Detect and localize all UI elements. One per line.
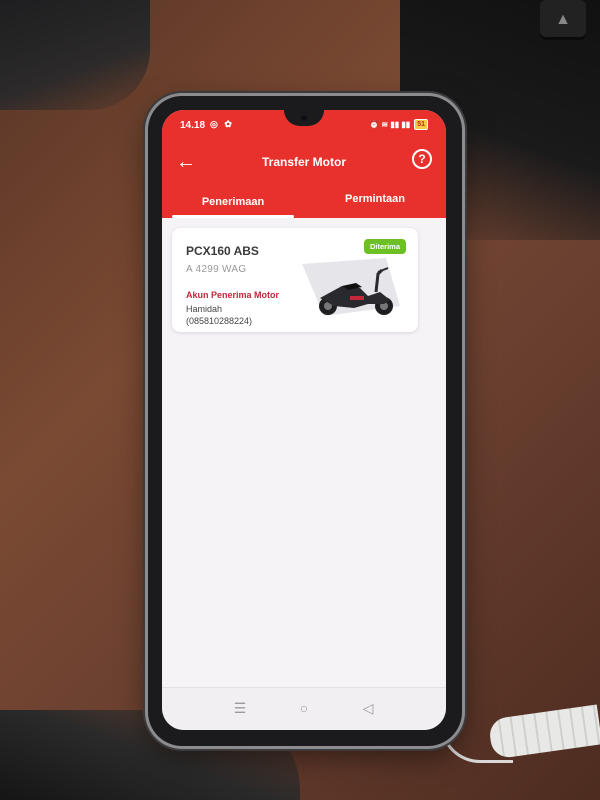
receiver-phone: (085810288224) [186, 316, 253, 326]
app-header: 14.18 ◎ ✿ ⏰ ≋ ▮▮ ▮▮ 51 ← Transfer Motor … [162, 110, 446, 218]
tab-permintaan[interactable]: Permintaan [304, 186, 446, 218]
tab-label: Permintaan [345, 193, 405, 205]
motorcycle-image [298, 256, 408, 322]
page-title: Transfer Motor [261, 155, 346, 169]
tab-label: Penerimaan [201, 196, 265, 208]
notification-icons: ◎ ✿ [210, 119, 234, 129]
battery-icon: 51 [414, 119, 428, 130]
phone-screen: 14.18 ◎ ✿ ⏰ ≋ ▮▮ ▮▮ 51 ← Transfer Motor … [162, 110, 446, 730]
help-circle-icon[interactable]: ? [412, 149, 432, 169]
status-badge: Diterima [363, 239, 406, 254]
transfer-card[interactable]: PCX160 ABS A 4299 WAG Diterima Akun Pene… [172, 228, 418, 332]
tab-bar: Penerimaan Permintaan [162, 186, 446, 218]
signal-icons: ⏰ ≋ ▮▮ ▮▮ [369, 120, 411, 129]
status-time: 14.18 [180, 120, 206, 131]
system-icons: ⏰ ≋ ▮▮ ▮▮ 51 [369, 119, 428, 130]
license-plate: A 4299 WAG [186, 264, 247, 275]
app-bar: ← Transfer Motor ? [162, 146, 446, 182]
back-nav-icon[interactable]: ◁ [358, 698, 378, 718]
desk-background-object [0, 0, 150, 110]
front-camera-icon [300, 114, 308, 122]
keyboard-up-arrow-icon: ▲ [540, 0, 586, 40]
home-icon[interactable]: ○ [294, 698, 314, 718]
phone-device: 14.18 ◎ ✿ ⏰ ≋ ▮▮ ▮▮ 51 ← Transfer Motor … [148, 96, 462, 746]
recent-apps-icon[interactable]: ☰ [230, 698, 250, 718]
system-nav-bar: ☰ ○ ◁ [162, 687, 446, 730]
tab-penerimaan[interactable]: Penerimaan [162, 186, 304, 218]
receiver-label: Akun Penerima Motor [186, 290, 280, 300]
receiver-name: Hamidah [186, 304, 223, 314]
transfer-list: PCX160 ABS A 4299 WAG Diterima Akun Pene… [162, 218, 446, 688]
motor-model: PCX160 ABS [186, 244, 259, 258]
